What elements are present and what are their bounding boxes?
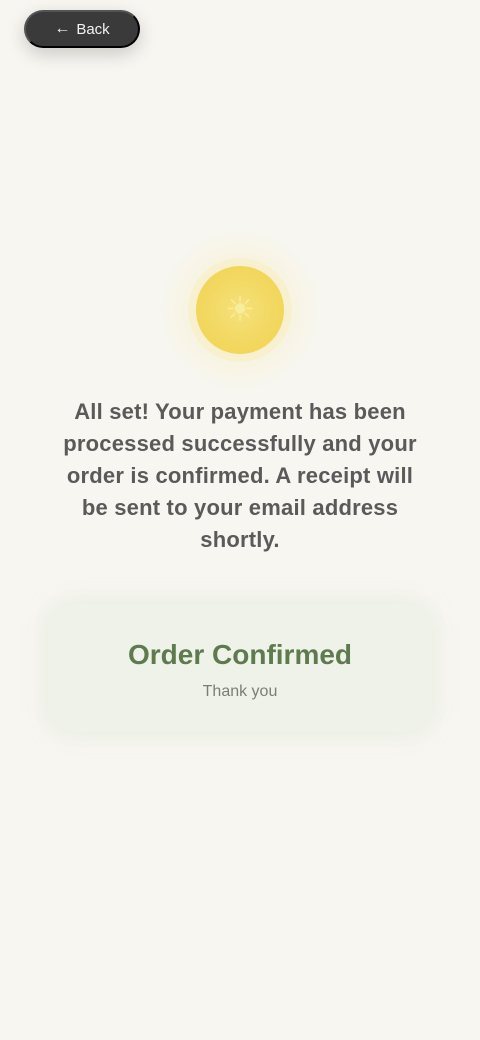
success-subtitle: Thank you (202, 683, 278, 700)
back-button[interactable]: ← Back (24, 10, 140, 48)
back-arrow-icon: ← (54, 20, 71, 37)
message-line-2: processed successfully and your (63, 431, 417, 456)
back-button-label: Back (76, 20, 110, 38)
hero-illustration: ☀ (0, 220, 480, 400)
message-line-5: shortly. (200, 527, 280, 552)
message-line-3: order is confirmed. A receipt will (66, 463, 414, 488)
success-card: Order Confirmed Thank you (48, 604, 432, 732)
message-line-1: All set! Your payment has been (74, 399, 406, 424)
sun-icon: ☀ (196, 266, 284, 354)
success-title: Order Confirmed (127, 639, 353, 670)
message-line-4: be sent to your email address (81, 495, 399, 520)
sun-icon-glyph: ☀ (224, 291, 256, 329)
success-screen: ← Back ☀ All set! Your payment has been … (0, 0, 480, 1040)
confirmation-message: All set! Your payment has been processed… (58, 396, 422, 556)
